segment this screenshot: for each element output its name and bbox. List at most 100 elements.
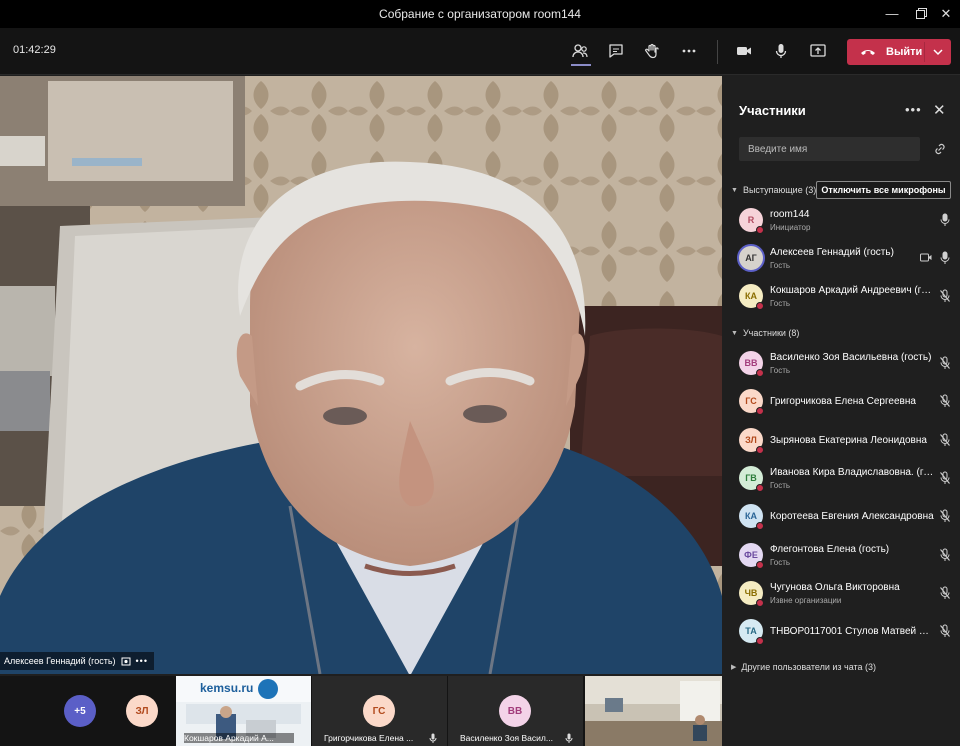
microphone-muted-icon [940,548,950,561]
more-actions-button[interactable] [676,38,702,64]
participant-role: Гость [770,261,791,270]
status-indicator [756,445,764,454]
participant-row[interactable]: КА Кокшаров Аркадий Андреевич (гость) Гост… [723,277,960,315]
search-input[interactable] [739,137,920,161]
presenters-header[interactable]: ▼ Выступающие (3) [731,185,816,195]
others-header[interactable]: ▶ Другие пользователи из чата (3) [731,662,876,672]
status-indicator [756,302,764,310]
participant-name: Алексеев Геннадий (гость) [770,247,894,258]
participant-role: Гость [770,557,791,567]
title-bar: Собрание с организатором room144 — ✕ [0,0,960,28]
mute-all-button[interactable]: Отключить все микрофоны [816,181,951,199]
participant-row[interactable]: ЧВ Чугунова Ольга Викторовна Извне организ… [723,574,960,612]
panel-title: Участники [739,103,806,118]
participant-row[interactable]: ГС Григорчикова Елена Сергеевна [723,382,960,420]
tile-name: Кокшаров Аркадий А... [184,733,294,743]
participant-name: Иванова Кира Владиславовна. (гость) [770,466,935,478]
share-screen-button[interactable] [805,38,831,64]
people-icon [572,44,588,58]
participant-name: Зырянова Екатерина Леонидовна [770,434,927,446]
show-chat-button[interactable] [603,38,629,64]
camera-icon [737,47,751,55]
speaker-name: Алексеев Геннадий (гость) [4,656,116,666]
leave-button[interactable]: Выйти [847,39,951,65]
participant-row[interactable]: ФЕ Флегонтова Елена (гость) Гость [723,536,960,574]
main-video[interactable]: Алексеев Геннадий (гость) ••• [0,76,722,674]
video-more-icon[interactable]: ••• [136,656,148,666]
tile-koksharov-video[interactable]: kemsu.ru Кокшаров Аркадий А... [176,676,311,746]
microphone-muted-icon [940,289,950,302]
share-link-icon[interactable] [933,142,947,156]
window-title: Собрание с организатором room144 [379,7,581,21]
microphone-icon [429,733,437,743]
minimize-icon[interactable]: — [880,4,904,24]
microphone-icon [940,251,950,264]
tile-room-video[interactable] [585,676,722,746]
status-indicator [756,369,764,377]
participant-row[interactable]: ВВ Василенко Зоя Васильевна (гость) Гость [723,344,960,382]
video-caption: Алексеев Геннадий (гость) ••• [0,652,154,670]
tile-zl[interactable]: ЗЛ [110,676,175,746]
tile-vv[interactable]: ВВ Василенко Зоя Васил... [448,676,583,746]
participant-name: Григорчикова Елена Сергеевна [770,396,916,408]
avatar: ВВ [499,695,531,727]
microphone-muted-icon [940,394,950,408]
microphone-muted-icon [940,624,950,638]
show-participants-button[interactable] [567,38,593,64]
toolbar-divider [717,40,718,64]
pinned-video-icon [920,253,932,262]
participant-name: Чугунова Ольга Викторовна [770,581,900,593]
close-icon[interactable]: ✕ [934,4,958,24]
pin-icon[interactable] [121,657,131,666]
participant-row[interactable]: АГ Алексеев Геннадий (гость) Гость [723,239,960,277]
more-count-badge[interactable]: +5 [64,695,96,727]
caret-right-icon: ▶ [731,664,737,671]
participant-row[interactable]: ЗЛ Зырянова Екатерина Леонидовна [723,421,960,459]
camera-button[interactable] [731,38,757,64]
microphone-muted-icon [940,586,950,599]
caret-down-icon: ▼ [731,186,738,194]
video-strip: +5 ЗЛ kemsu.ru Кокшаров Аркадий А... ГС … [0,676,722,746]
microphone-icon [565,733,573,743]
microphone-button[interactable] [768,38,794,64]
attendees-header[interactable]: ▼ Участники (8) [731,328,799,338]
status-indicator [756,598,764,607]
maximize-icon[interactable] [909,4,933,24]
kemsu-logo: kemsu.ru [200,681,254,695]
participant-role: Инициатор [770,223,811,232]
tile-name: Василенко Зоя Васил... [460,733,553,743]
participant-row[interactable]: ГВ Иванова Кира Владиславовна. (гость) Гос… [723,459,960,497]
participant-row[interactable]: Rroom144 Инициатор [723,201,960,239]
participant-name: Флегонтова Елена (гость) [770,543,890,555]
panel-close-icon[interactable]: ✕ [933,101,946,119]
microphone-icon [940,213,950,226]
hangup-icon [861,50,875,55]
active-indicator [571,64,591,66]
participant-name: ТНВОР0117001 Стулов Матвей Андреевич [770,626,935,638]
microphone-muted-icon [940,433,950,446]
hand-icon [645,43,659,59]
participant-role: Гость [770,480,791,490]
raise-hand-button[interactable] [639,38,665,64]
chevron-down-icon[interactable] [929,43,947,61]
status-indicator [756,407,764,416]
meeting-toolbar: 01:42:29 Выйти [0,28,960,75]
avatar: ГС [363,695,395,727]
panel-more-icon[interactable]: ••• [905,102,922,117]
status-indicator [756,637,764,646]
participant-role: Извне организации [770,595,842,605]
microphone-icon [775,44,787,58]
avatar: ЗЛ [126,695,158,727]
participant-name: Кокшаров Аркадий Андреевич (гость) [770,285,935,296]
participant-row[interactable]: ТАТНВОР0117001 Стулов Матвей Андреевич [723,612,960,650]
tile-gs[interactable]: ГС Григорчикова Елена ... [312,676,447,746]
participant-role: Гость [770,366,791,375]
microphone-muted-icon [940,471,950,484]
participant-name: Коротеева Евгения Александровна [770,511,934,523]
share-icon [810,44,826,57]
meeting-timer: 01:42:29 [13,44,56,56]
participant-row[interactable]: КА Коротеева Евгения Александровна [723,497,960,535]
status-indicator [756,522,764,531]
tile-name: Григорчикова Елена ... [324,733,414,743]
participant-name: room144 [770,209,810,220]
